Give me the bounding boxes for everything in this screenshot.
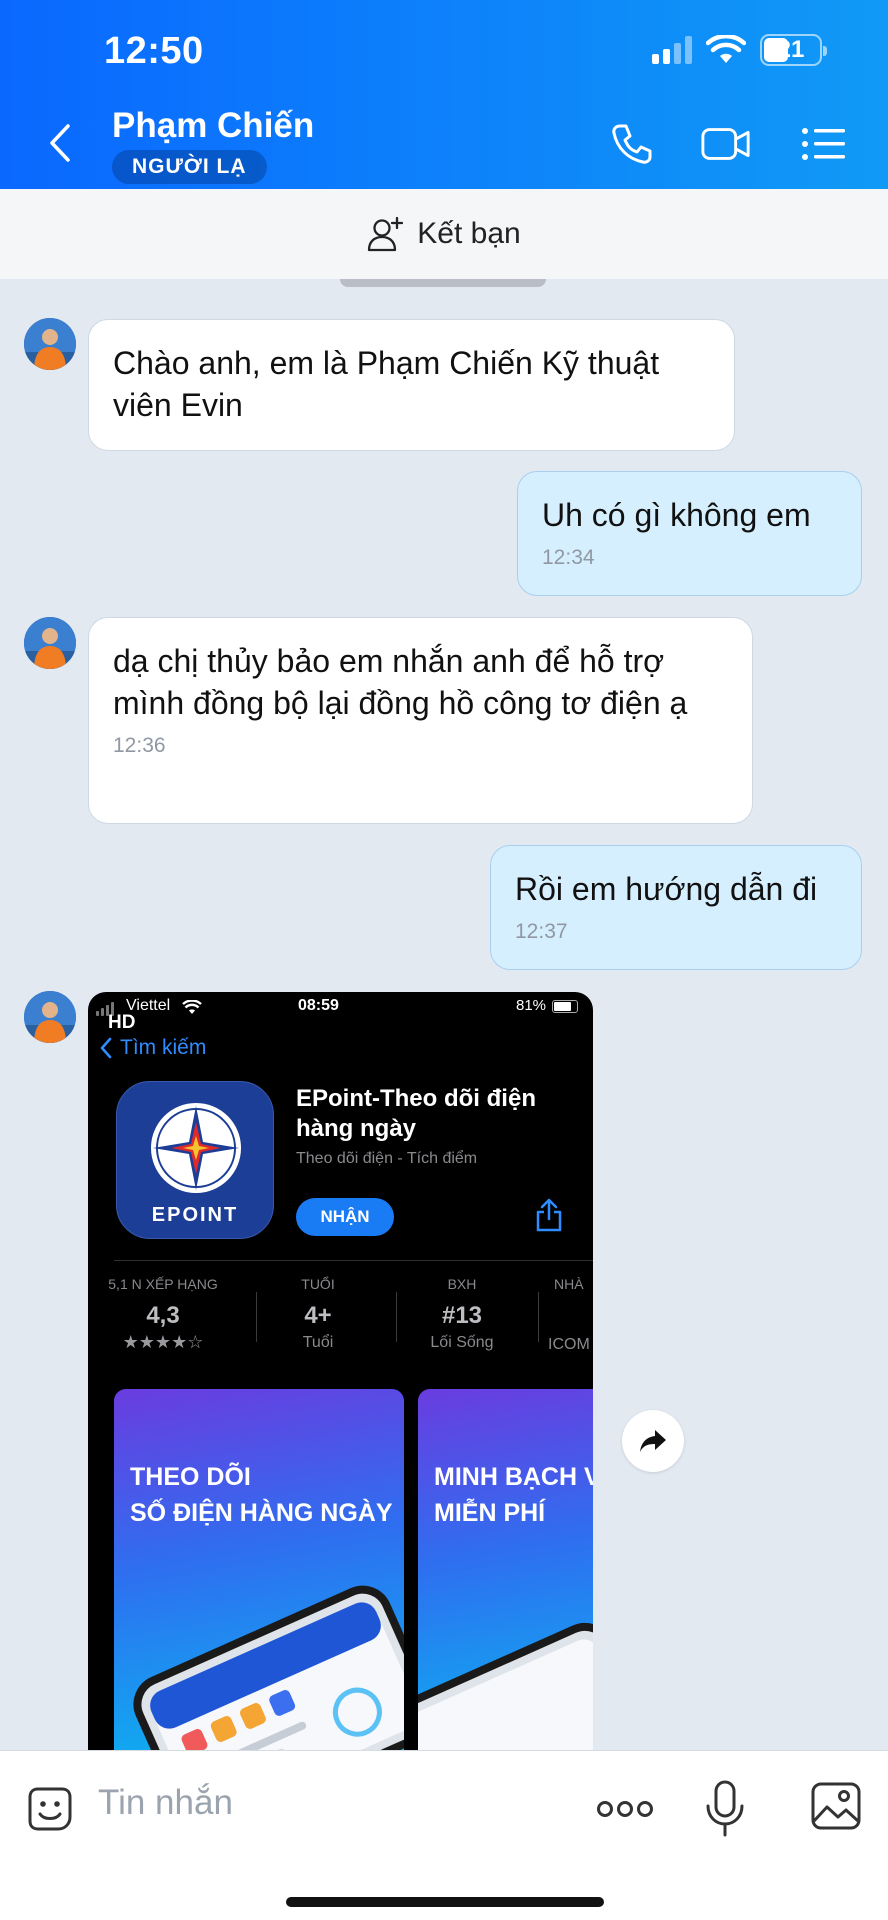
stat-divider: [256, 1292, 257, 1342]
voice-call-button[interactable]: [606, 118, 658, 170]
promo-line: SỐ ĐIỆN HÀNG NGÀY: [130, 1499, 393, 1527]
forward-button[interactable]: [622, 1410, 684, 1472]
video-call-button[interactable]: [700, 118, 752, 170]
avatar[interactable]: [24, 617, 76, 669]
message-time: 12:36: [113, 734, 166, 757]
app-title: EPoint-Theo dõi điện hàng ngày: [296, 1085, 536, 1142]
more-options-icon[interactable]: [596, 1799, 654, 1819]
message-text: dạ chị thủy bảo em nhắn anh để hỗ trợ mì…: [113, 643, 688, 721]
video-camera-icon: [701, 128, 750, 160]
message-text: Chào anh, em là Phạm Chiến Kỹ thuật viên…: [113, 345, 660, 423]
avatar-image: [24, 318, 76, 370]
stat-column: TUỔI 4+ Tuổi: [258, 1276, 378, 1352]
stat-value: 4+: [304, 1302, 332, 1329]
message-text: Uh có gì không em: [542, 497, 811, 533]
app-icon: EPOINT: [116, 1081, 274, 1239]
message-time: 12:37: [515, 920, 568, 943]
message-bubble-outgoing[interactable]: Rồi em hướng dẫn đi 12:37: [490, 845, 862, 970]
rating-stars: ★★★★☆: [122, 1332, 204, 1352]
inner-wifi-icon: [182, 1000, 202, 1014]
battery-icon: 21: [760, 34, 827, 66]
promo-card: MINH BẠCH V MIỄN PHÍ: [418, 1389, 593, 1752]
status-icons: 21: [652, 34, 827, 66]
app-icon-text: EPOINT: [151, 1204, 239, 1226]
stat-label: NHÀ: [554, 1276, 584, 1292]
message-bubble-incoming[interactable]: dạ chị thủy bảo em nhắn anh để hỗ trợ mì…: [88, 617, 753, 824]
chevron-left-icon: [100, 1037, 112, 1059]
sticker-icon[interactable]: [24, 1783, 76, 1835]
stat-column: 5,1 N XẾP HẠNG 4,3 ★★★★☆: [88, 1276, 238, 1353]
add-user-icon: [368, 216, 404, 252]
promo-line: MINH BẠCH V: [434, 1463, 593, 1491]
promo-card: THEO DÕI SỐ ĐIỆN HÀNG NGÀY: [114, 1389, 404, 1752]
divider: [114, 1260, 593, 1261]
stat-value: #13: [441, 1302, 483, 1329]
pull-handle: [340, 279, 546, 287]
add-friend-label: Kết bạn: [417, 217, 521, 250]
stat-divider: [538, 1292, 539, 1342]
promo-line: MIỄN PHÍ: [434, 1499, 546, 1527]
stat-column: NHÀ ICOM: [540, 1276, 593, 1354]
stat-column: BXH #13 Lối Sống: [398, 1276, 526, 1352]
add-friend-button[interactable]: Kết bạn: [0, 189, 888, 279]
back-link-label: Tìm kiếm: [120, 1036, 207, 1059]
chevron-left-icon: [50, 124, 70, 162]
cellular-signal-icon: [652, 36, 692, 64]
battery-level: 21: [777, 36, 805, 63]
inner-battery-icon: [552, 1000, 578, 1013]
inner-battery: 81%: [516, 997, 547, 1014]
chat-header: 12:50 21 Phạm Chiến NGƯỜI LẠ: [0, 0, 888, 189]
message-input-bar: Tin nhắn: [0, 1750, 888, 1920]
menu-button[interactable]: [798, 118, 850, 170]
stat-divider: [396, 1292, 397, 1342]
message-time: 12:34: [542, 546, 595, 569]
forward-arrow-icon: [640, 1430, 666, 1452]
stat-sub: Lối Sống: [430, 1334, 494, 1351]
stat-value: 4,3: [146, 1302, 180, 1329]
back-button[interactable]: [38, 118, 82, 168]
message-input[interactable]: Tin nhắn: [98, 1783, 233, 1823]
promo-title: THEO DÕI SỐ ĐIỆN HÀNG NGÀY: [130, 1459, 393, 1531]
stranger-badge: NGƯỜI LẠ: [112, 150, 267, 184]
avatar[interactable]: [24, 991, 76, 1043]
stat-sub: Tuổi: [302, 1334, 334, 1351]
compass-star-icon: [149, 1101, 243, 1195]
phone-mockup-illustration: [133, 1585, 404, 1752]
avatar[interactable]: [24, 318, 76, 370]
inner-time: 08:59: [298, 997, 339, 1014]
home-indicator: [286, 1897, 604, 1907]
get-button[interactable]: NHẬN: [296, 1198, 394, 1236]
wifi-icon: [706, 35, 746, 63]
list-menu-icon: [802, 128, 845, 160]
status-time: 12:50: [104, 30, 204, 72]
contact-name[interactable]: Phạm Chiến: [112, 106, 314, 146]
image-gallery-icon[interactable]: [810, 1781, 862, 1831]
message-bubble-incoming[interactable]: Chào anh, em là Phạm Chiến Kỹ thuật viên…: [88, 319, 735, 451]
stat-label: 5,1 N XẾP HẠNG: [108, 1276, 218, 1292]
stat-value: [540, 1302, 593, 1332]
message-bubble-outgoing[interactable]: Uh có gì không em 12:34: [517, 471, 862, 596]
phone-icon: [612, 124, 652, 164]
promo-line: THEO DÕI: [130, 1463, 251, 1491]
stat-label: TUỔI: [301, 1276, 335, 1292]
stat-sub: ICOM: [548, 1336, 590, 1353]
image-message[interactable]: Viettel 08:59 81% HD Tìm kiếm EPOINT EPo…: [88, 992, 593, 1752]
stat-label: BXH: [447, 1276, 477, 1292]
app-subtitle: Theo dõi điện - Tích điểm: [296, 1150, 478, 1167]
promo-title: MINH BẠCH V MIỄN PHÍ: [434, 1459, 593, 1531]
share-icon[interactable]: [534, 1198, 564, 1232]
avatar-image: [24, 617, 76, 669]
message-text: Rồi em hướng dẫn đi: [515, 871, 818, 907]
hd-label: HD: [108, 1012, 136, 1033]
avatar-image: [24, 991, 76, 1043]
phone-mockup-illustration: [418, 1622, 593, 1752]
microphone-icon[interactable]: [704, 1779, 746, 1839]
appstore-back-link: Tìm kiếm: [100, 1036, 206, 1060]
